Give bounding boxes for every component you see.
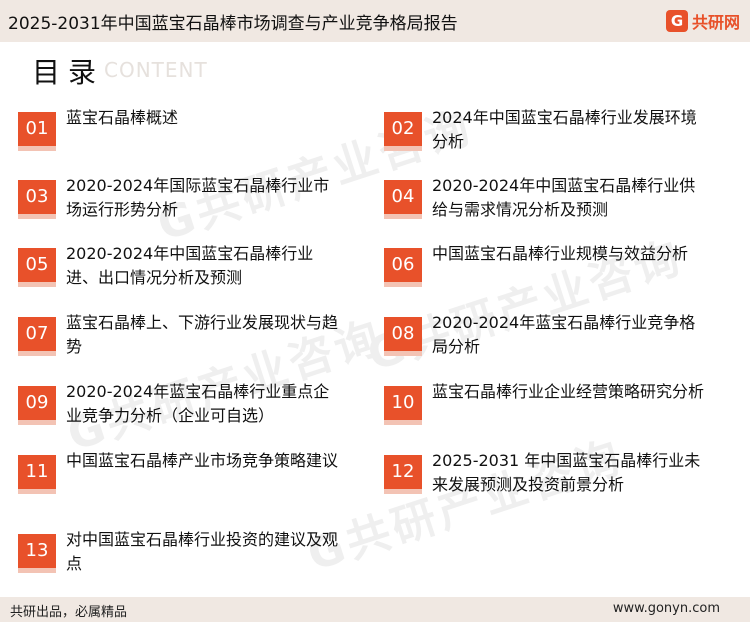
toc-item-number: 13 xyxy=(18,534,56,573)
toc-item-number: 01 xyxy=(18,112,56,151)
report-title: 2025-2031年中国蓝宝石晶棒市场调查与产业竞争格局报告 xyxy=(8,14,458,34)
toc-item[interactable]: 09 2020-2024年蓝宝石晶棒行业重点企业竞争力分析（企业可自选） xyxy=(18,380,338,430)
toc-item[interactable]: 13 对中国蓝宝石晶棒行业投资的建议及观点 xyxy=(18,528,338,578)
toc-item-number: 11 xyxy=(18,455,56,494)
toc-item-number: 12 xyxy=(384,455,422,494)
brand-logo: G 共研网 xyxy=(665,10,740,32)
toc-item[interactable]: 01 蓝宝石晶棒概述 xyxy=(18,106,338,156)
footer-url: www.gonyn.com xyxy=(612,601,720,616)
toc-item-number: 03 xyxy=(18,180,56,219)
toc-item-number: 08 xyxy=(384,317,422,356)
footer-slogan: 共研出品，必属精品 xyxy=(10,605,128,620)
toc-item-number: 10 xyxy=(384,386,422,425)
toc-item-number: 06 xyxy=(384,248,422,287)
toc-item-title: 对中国蓝宝石晶棒行业投资的建议及观点 xyxy=(66,530,339,573)
toc-heading: 目录 xyxy=(32,56,105,89)
toc-item-title: 2020-2024年蓝宝石晶棒行业重点企业竞争力分析（企业可自选） xyxy=(66,382,330,425)
page-header: 2025-2031年中国蓝宝石晶棒市场调查与产业竞争格局报告 G 共研网 xyxy=(0,0,750,42)
toc-item-number: 04 xyxy=(384,180,422,219)
toc-item-title: 蓝宝石晶棒概述 xyxy=(66,108,179,127)
toc-item-title: 中国蓝宝石晶棒产业市场竞争策略建议 xyxy=(66,451,339,470)
toc-item-title: 中国蓝宝石晶棒行业规模与效益分析 xyxy=(432,244,689,263)
toc-item-title: 2024年中国蓝宝石晶棒行业发展环境分析 xyxy=(432,108,697,151)
toc-item[interactable]: 07 蓝宝石晶棒上、下游行业发展现状与趋势 xyxy=(18,311,338,361)
toc-item[interactable]: 08 2020-2024年蓝宝石晶棒行业竞争格局分析 xyxy=(384,311,704,361)
toc-item[interactable]: 04 2020-2024年中国蓝宝石晶棒行业供给与需求情况分析及预测 xyxy=(384,174,704,224)
toc-item[interactable]: 05 2020-2024年中国蓝宝石晶棒行业进、出口情况分析及预测 xyxy=(18,242,338,292)
toc-item-number: 05 xyxy=(18,248,56,287)
toc-subheading: CONTENT xyxy=(104,58,208,82)
toc-item-title: 2020-2024年中国蓝宝石晶棒行业进、出口情况分析及预测 xyxy=(66,244,314,287)
toc-item[interactable]: 10 蓝宝石晶棒行业企业经营策略研究分析 xyxy=(384,380,704,430)
toc-item-title: 2020-2024年中国蓝宝石晶棒行业供给与需求情况分析及预测 xyxy=(432,176,696,219)
toc-item[interactable]: 11 中国蓝宝石晶棒产业市场竞争策略建议 xyxy=(18,449,338,499)
toc-item[interactable]: 02 2024年中国蓝宝石晶棒行业发展环境分析 xyxy=(384,106,704,156)
toc-item-title: 蓝宝石晶棒上、下游行业发展现状与趋势 xyxy=(66,313,339,356)
toc-item-title: 2020-2024年国际蓝宝石晶棒行业市场运行形势分析 xyxy=(66,176,330,219)
toc-item-title: 蓝宝石晶棒行业企业经营策略研究分析 xyxy=(432,382,705,401)
toc-item-number: 07 xyxy=(18,317,56,356)
logo-icon: G xyxy=(665,10,688,32)
toc-item-title: 2025-2031 年中国蓝宝石晶棒行业未来发展预测及投资前景分析 xyxy=(432,451,701,494)
logo-text: 共研网 xyxy=(691,13,740,32)
toc-item[interactable]: 12 2025-2031 年中国蓝宝石晶棒行业未来发展预测及投资前景分析 xyxy=(384,449,704,499)
toc-item-title: 2020-2024年蓝宝石晶棒行业竞争格局分析 xyxy=(432,313,696,356)
toc-item-number: 02 xyxy=(384,112,422,151)
toc-item[interactable]: 03 2020-2024年国际蓝宝石晶棒行业市场运行形势分析 xyxy=(18,174,338,224)
watermark: G共研产业咨询 xyxy=(301,431,630,582)
page-footer: 共研出品，必属精品 www.gonyn.com xyxy=(0,597,750,622)
toc-item-number: 09 xyxy=(18,386,56,425)
toc-item[interactable]: 06 中国蓝宝石晶棒行业规模与效益分析 xyxy=(384,242,704,292)
